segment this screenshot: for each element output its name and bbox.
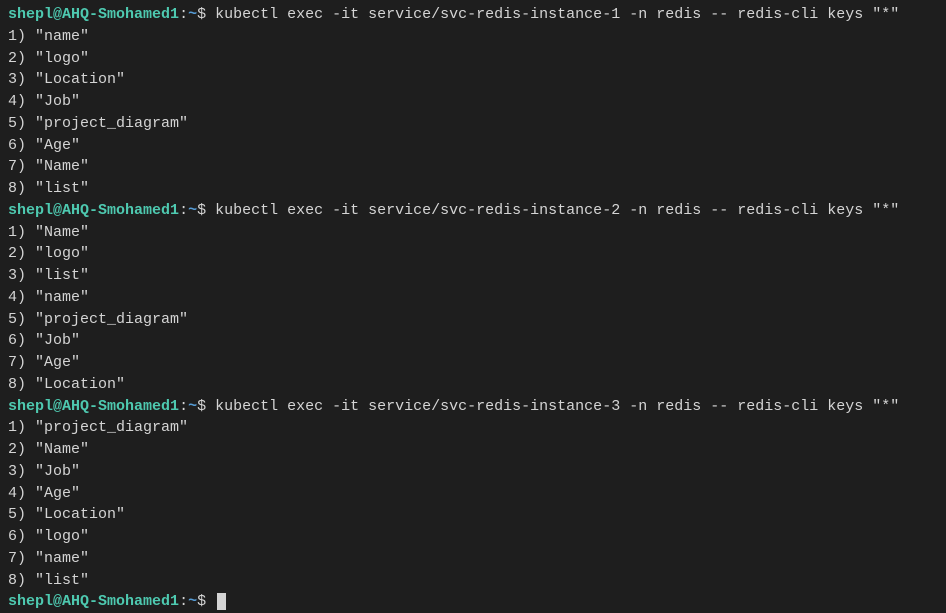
output-row: 1) "project_diagram" — [8, 417, 938, 439]
prompt-tilde: ~ — [188, 6, 197, 23]
output-row: 8) "Location" — [8, 374, 938, 396]
output-row: 6) "logo" — [8, 526, 938, 548]
cursor-icon — [217, 593, 226, 610]
output-row: 6) "Job" — [8, 330, 938, 352]
prompt-dollar: $ — [197, 6, 206, 23]
prompt-host: AHQ-Smohamed1 — [62, 593, 179, 610]
prompt-colon: : — [179, 202, 188, 219]
prompt-at: @ — [53, 202, 62, 219]
prompt-tilde: ~ — [188, 593, 197, 610]
output-row: 8) "list" — [8, 178, 938, 200]
prompt-dollar: $ — [197, 398, 206, 415]
prompt-line-3: shepl@AHQ-Smohamed1:~$ kubectl exec -it … — [8, 396, 938, 418]
prompt-at: @ — [53, 6, 62, 23]
output-row: 8) "list" — [8, 570, 938, 592]
output-row: 4) "Job" — [8, 91, 938, 113]
output-row: 4) "name" — [8, 287, 938, 309]
output-row: 1) "name" — [8, 26, 938, 48]
prompt-host: AHQ-Smohamed1 — [62, 398, 179, 415]
prompt-user: shepl — [8, 202, 53, 219]
output-row: 4) "Age" — [8, 483, 938, 505]
command-1: kubectl exec -it service/svc-redis-insta… — [215, 6, 899, 23]
output-row: 6) "Age" — [8, 135, 938, 157]
prompt-host: AHQ-Smohamed1 — [62, 6, 179, 23]
output-row: 7) "Name" — [8, 156, 938, 178]
output-row: 2) "logo" — [8, 243, 938, 265]
output-row: 5) "project_diagram" — [8, 113, 938, 135]
prompt-user: shepl — [8, 398, 53, 415]
output-row: 2) "Name" — [8, 439, 938, 461]
output-row: 1) "Name" — [8, 222, 938, 244]
output-row: 7) "Age" — [8, 352, 938, 374]
prompt-colon: : — [179, 593, 188, 610]
prompt-line-2: shepl@AHQ-Smohamed1:~$ kubectl exec -it … — [8, 200, 938, 222]
prompt-user: shepl — [8, 593, 53, 610]
prompt-host: AHQ-Smohamed1 — [62, 202, 179, 219]
prompt-user: shepl — [8, 6, 53, 23]
terminal-output[interactable]: shepl@AHQ-Smohamed1:~$ kubectl exec -it … — [8, 4, 938, 613]
output-row: 3) "Job" — [8, 461, 938, 483]
command-2: kubectl exec -it service/svc-redis-insta… — [215, 202, 899, 219]
prompt-tilde: ~ — [188, 398, 197, 415]
prompt-line-1: shepl@AHQ-Smohamed1:~$ kubectl exec -it … — [8, 4, 938, 26]
output-row: 5) "Location" — [8, 504, 938, 526]
prompt-tilde: ~ — [188, 202, 197, 219]
prompt-dollar: $ — [197, 593, 206, 610]
output-row: 2) "logo" — [8, 48, 938, 70]
output-row: 7) "name" — [8, 548, 938, 570]
output-row: 3) "Location" — [8, 69, 938, 91]
prompt-at: @ — [53, 398, 62, 415]
prompt-dollar: $ — [197, 202, 206, 219]
prompt-colon: : — [179, 6, 188, 23]
prompt-line-current[interactable]: shepl@AHQ-Smohamed1:~$ — [8, 591, 938, 613]
prompt-colon: : — [179, 398, 188, 415]
prompt-at: @ — [53, 593, 62, 610]
command-3: kubectl exec -it service/svc-redis-insta… — [215, 398, 899, 415]
output-row: 5) "project_diagram" — [8, 309, 938, 331]
output-row: 3) "list" — [8, 265, 938, 287]
